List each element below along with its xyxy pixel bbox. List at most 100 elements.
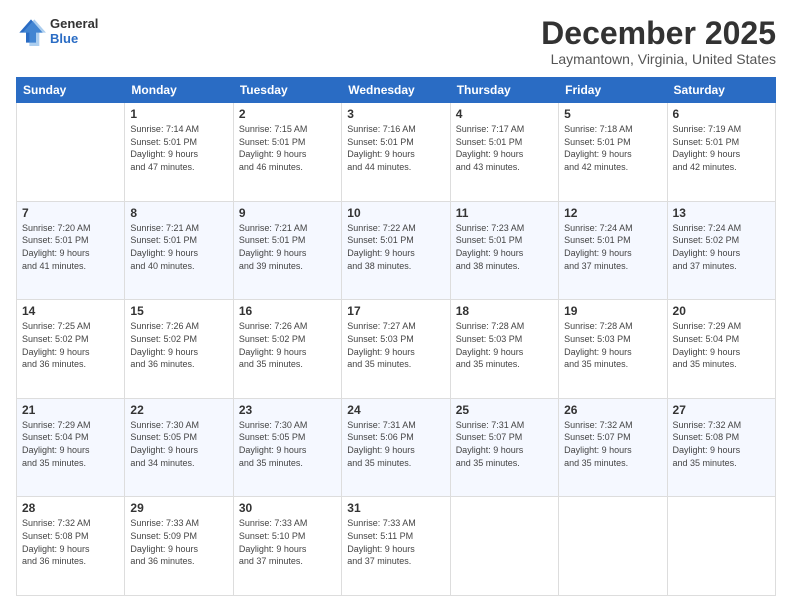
day-info: Sunrise: 7:21 AM Sunset: 5:01 PM Dayligh… [239, 222, 336, 272]
day-info: Sunrise: 7:27 AM Sunset: 5:03 PM Dayligh… [347, 320, 444, 370]
day-number: 4 [456, 107, 553, 121]
calendar-cell: 6 Sunrise: 7:19 AM Sunset: 5:01 PM Daylig… [667, 103, 775, 202]
calendar-cell: 1Sunrise: 7:14 AM Sunset: 5:01 PM Daylig… [125, 103, 233, 202]
calendar-cell: 7 Sunrise: 7:20 AM Sunset: 5:01 PM Daylig… [17, 201, 125, 300]
day-header-tuesday: Tuesday [233, 78, 341, 103]
calendar-cell: 9 Sunrise: 7:21 AM Sunset: 5:01 PM Daylig… [233, 201, 341, 300]
calendar-week-1: 7 Sunrise: 7:20 AM Sunset: 5:01 PM Daylig… [17, 201, 776, 300]
header: General Blue December 2025 Laymantown, V… [16, 16, 776, 67]
day-info: Sunrise: 7:23 AM Sunset: 5:01 PM Dayligh… [456, 222, 553, 272]
day-info: Sunrise: 7:29 AM Sunset: 5:04 PM Dayligh… [22, 419, 119, 469]
title-section: December 2025 Laymantown, Virginia, Unit… [541, 16, 776, 67]
logo-line1: General [50, 16, 98, 31]
day-info: Sunrise: 7:33 AM Sunset: 5:11 PM Dayligh… [347, 517, 444, 567]
calendar-cell: 22 Sunrise: 7:30 AM Sunset: 5:05 PM Dayli… [125, 398, 233, 497]
logo-line2: Blue [50, 31, 98, 46]
calendar-cell: 3 Sunrise: 7:16 AM Sunset: 5:01 PM Daylig… [342, 103, 450, 202]
calendar-cell: 26 Sunrise: 7:32 AM Sunset: 5:07 PM Dayli… [559, 398, 667, 497]
day-info: Sunrise: 7:28 AM Sunset: 5:03 PM Dayligh… [564, 320, 661, 370]
day-info: Sunrise: 7:30 AM Sunset: 5:05 PM Dayligh… [130, 419, 227, 469]
calendar-cell: 15Sunrise: 7:26 AM Sunset: 5:02 PM Dayli… [125, 300, 233, 399]
calendar-cell: 17 Sunrise: 7:27 AM Sunset: 5:03 PM Dayli… [342, 300, 450, 399]
main-title: December 2025 [541, 16, 776, 51]
day-info: Sunrise: 7:26 AM Sunset: 5:02 PM Dayligh… [239, 320, 336, 370]
day-number: 14 [22, 304, 119, 318]
day-info: Sunrise: 7:33 AM Sunset: 5:10 PM Dayligh… [239, 517, 336, 567]
calendar-cell: 25Sunrise: 7:31 AM Sunset: 5:07 PM Dayli… [450, 398, 558, 497]
calendar-cell: 8Sunrise: 7:21 AM Sunset: 5:01 PM Daylig… [125, 201, 233, 300]
day-info: Sunrise: 7:16 AM Sunset: 5:01 PM Dayligh… [347, 123, 444, 173]
day-number: 19 [564, 304, 661, 318]
calendar-cell: 30Sunrise: 7:33 AM Sunset: 5:10 PM Dayli… [233, 497, 341, 596]
calendar-cell: 21 Sunrise: 7:29 AM Sunset: 5:04 PM Dayli… [17, 398, 125, 497]
subtitle: Laymantown, Virginia, United States [541, 51, 776, 67]
calendar-cell: 24 Sunrise: 7:31 AM Sunset: 5:06 PM Dayli… [342, 398, 450, 497]
day-number: 3 [347, 107, 444, 121]
calendar-cell [450, 497, 558, 596]
day-number: 24 [347, 403, 444, 417]
calendar-cell: 2 Sunrise: 7:15 AM Sunset: 5:01 PM Daylig… [233, 103, 341, 202]
day-info: Sunrise: 7:24 AM Sunset: 5:01 PM Dayligh… [564, 222, 661, 272]
day-info: Sunrise: 7:24 AM Sunset: 5:02 PM Dayligh… [673, 222, 770, 272]
calendar-cell: 23 Sunrise: 7:30 AM Sunset: 5:05 PM Dayli… [233, 398, 341, 497]
logo-icon [16, 16, 46, 46]
calendar-cell: 4 Sunrise: 7:17 AM Sunset: 5:01 PM Daylig… [450, 103, 558, 202]
day-info: Sunrise: 7:19 AM Sunset: 5:01 PM Dayligh… [673, 123, 770, 173]
day-number: 18 [456, 304, 553, 318]
day-number: 17 [347, 304, 444, 318]
day-header-saturday: Saturday [667, 78, 775, 103]
day-number: 1 [130, 107, 227, 121]
calendar-week-2: 14 Sunrise: 7:25 AM Sunset: 5:02 PM Dayli… [17, 300, 776, 399]
day-info: Sunrise: 7:32 AM Sunset: 5:07 PM Dayligh… [564, 419, 661, 469]
day-info: Sunrise: 7:15 AM Sunset: 5:01 PM Dayligh… [239, 123, 336, 173]
day-number: 12 [564, 206, 661, 220]
day-info: Sunrise: 7:33 AM Sunset: 5:09 PM Dayligh… [130, 517, 227, 567]
page: General Blue December 2025 Laymantown, V… [0, 0, 792, 612]
day-number: 23 [239, 403, 336, 417]
day-number: 10 [347, 206, 444, 220]
day-number: 31 [347, 501, 444, 515]
day-number: 7 [22, 206, 119, 220]
day-info: Sunrise: 7:21 AM Sunset: 5:01 PM Dayligh… [130, 222, 227, 272]
day-header-thursday: Thursday [450, 78, 558, 103]
calendar-cell: 20Sunrise: 7:29 AM Sunset: 5:04 PM Dayli… [667, 300, 775, 399]
day-number: 22 [130, 403, 227, 417]
calendar-cell: 5 Sunrise: 7:18 AM Sunset: 5:01 PM Daylig… [559, 103, 667, 202]
day-info: Sunrise: 7:18 AM Sunset: 5:01 PM Dayligh… [564, 123, 661, 173]
day-info: Sunrise: 7:32 AM Sunset: 5:08 PM Dayligh… [22, 517, 119, 567]
calendar-cell: 16 Sunrise: 7:26 AM Sunset: 5:02 PM Dayli… [233, 300, 341, 399]
calendar-cell: 14 Sunrise: 7:25 AM Sunset: 5:02 PM Dayli… [17, 300, 125, 399]
day-info: Sunrise: 7:31 AM Sunset: 5:07 PM Dayligh… [456, 419, 553, 469]
calendar-cell [667, 497, 775, 596]
day-number: 5 [564, 107, 661, 121]
day-info: Sunrise: 7:29 AM Sunset: 5:04 PM Dayligh… [673, 320, 770, 370]
calendar-cell: 13Sunrise: 7:24 AM Sunset: 5:02 PM Dayli… [667, 201, 775, 300]
day-number: 27 [673, 403, 770, 417]
calendar-cell [559, 497, 667, 596]
calendar-cell: 27 Sunrise: 7:32 AM Sunset: 5:08 PM Dayli… [667, 398, 775, 497]
calendar-cell: 29Sunrise: 7:33 AM Sunset: 5:09 PM Dayli… [125, 497, 233, 596]
day-number: 2 [239, 107, 336, 121]
day-info: Sunrise: 7:26 AM Sunset: 5:02 PM Dayligh… [130, 320, 227, 370]
day-info: Sunrise: 7:31 AM Sunset: 5:06 PM Dayligh… [347, 419, 444, 469]
day-info: Sunrise: 7:32 AM Sunset: 5:08 PM Dayligh… [673, 419, 770, 469]
calendar-cell: 19 Sunrise: 7:28 AM Sunset: 5:03 PM Dayli… [559, 300, 667, 399]
day-number: 16 [239, 304, 336, 318]
day-header-monday: Monday [125, 78, 233, 103]
calendar-week-3: 21 Sunrise: 7:29 AM Sunset: 5:04 PM Dayli… [17, 398, 776, 497]
calendar-week-0: 1Sunrise: 7:14 AM Sunset: 5:01 PM Daylig… [17, 103, 776, 202]
calendar-header-row: SundayMondayTuesdayWednesdayThursdayFrid… [17, 78, 776, 103]
day-info: Sunrise: 7:22 AM Sunset: 5:01 PM Dayligh… [347, 222, 444, 272]
day-info: Sunrise: 7:20 AM Sunset: 5:01 PM Dayligh… [22, 222, 119, 272]
day-number: 11 [456, 206, 553, 220]
calendar-cell: 28Sunrise: 7:32 AM Sunset: 5:08 PM Dayli… [17, 497, 125, 596]
day-number: 9 [239, 206, 336, 220]
day-number: 21 [22, 403, 119, 417]
day-number: 26 [564, 403, 661, 417]
day-number: 6 [673, 107, 770, 121]
day-header-sunday: Sunday [17, 78, 125, 103]
logo-text: General Blue [50, 16, 98, 46]
day-info: Sunrise: 7:30 AM Sunset: 5:05 PM Dayligh… [239, 419, 336, 469]
day-info: Sunrise: 7:17 AM Sunset: 5:01 PM Dayligh… [456, 123, 553, 173]
day-info: Sunrise: 7:25 AM Sunset: 5:02 PM Dayligh… [22, 320, 119, 370]
